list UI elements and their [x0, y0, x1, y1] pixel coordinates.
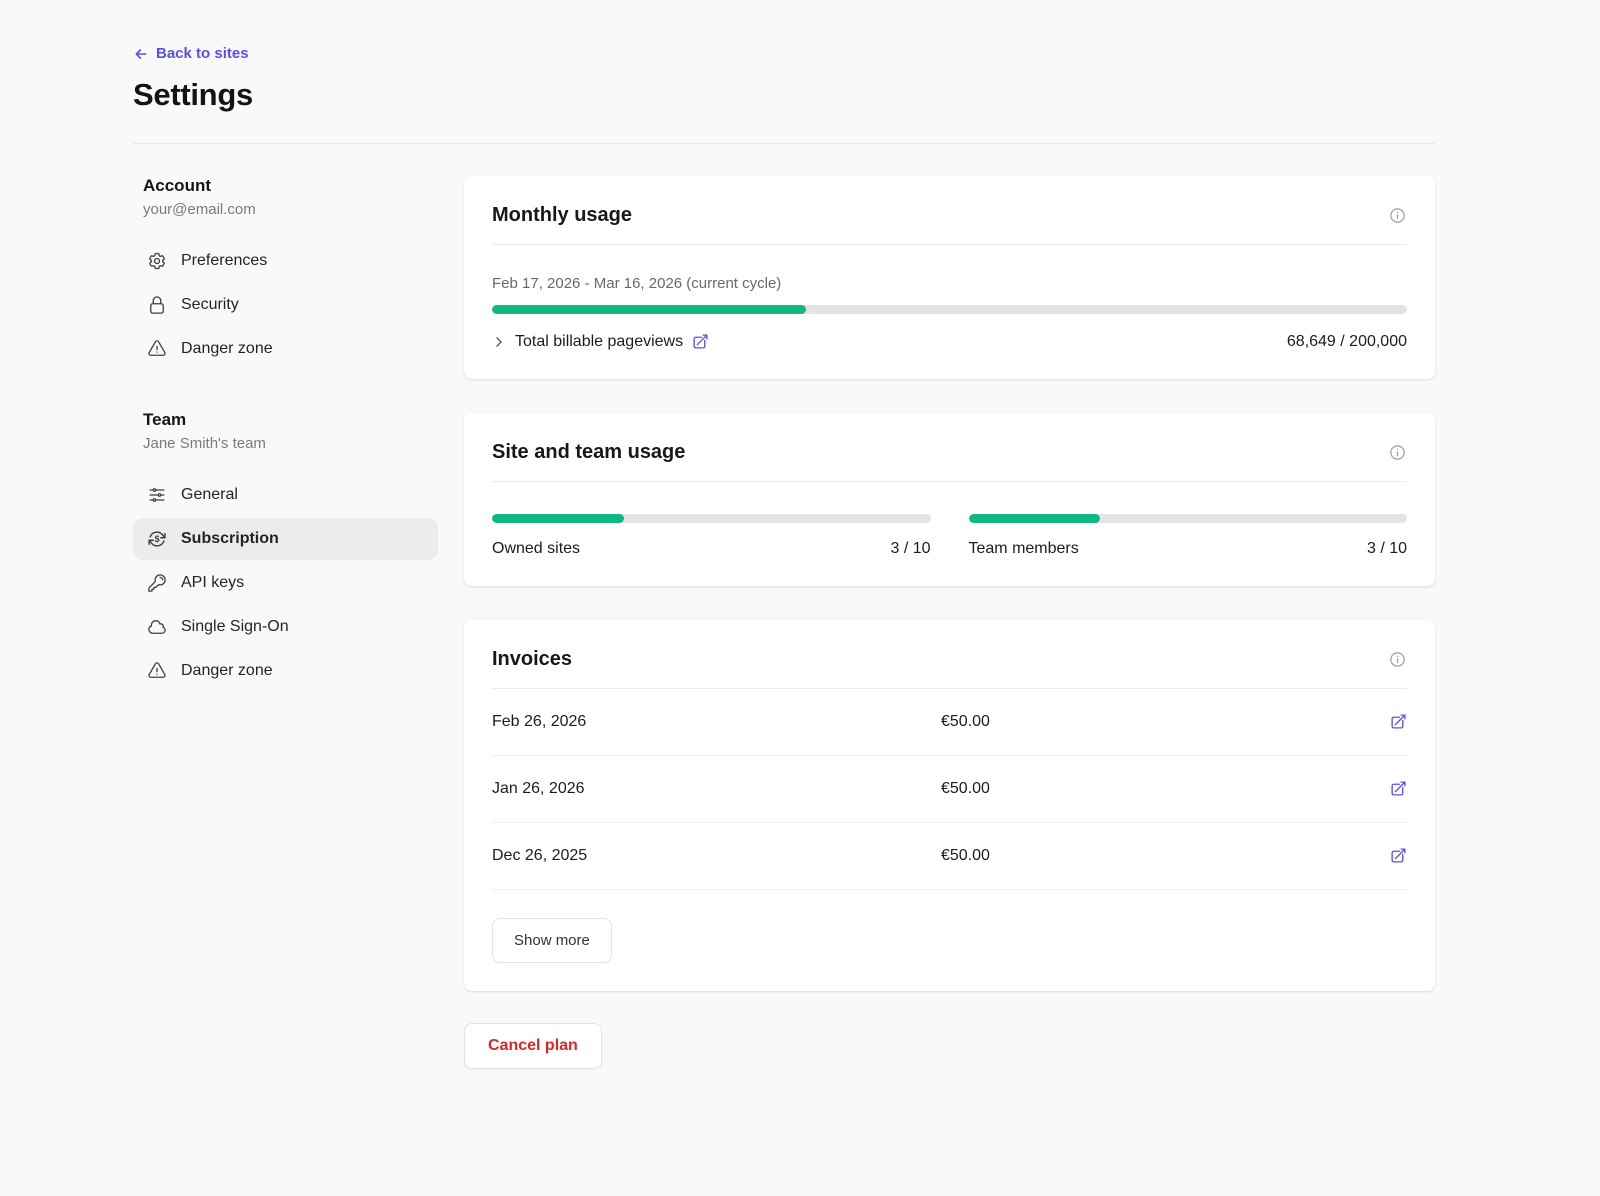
dollar-refresh-icon [147, 529, 167, 549]
team-members-value: 3 / 10 [1367, 540, 1407, 558]
invoice-amount: €50.00 [941, 847, 1390, 865]
pageviews-progress-fill [492, 305, 806, 314]
invoice-external-link-icon[interactable] [1390, 780, 1407, 797]
info-icon[interactable] [1388, 206, 1407, 225]
sidebar-item-team-danger-zone[interactable]: Danger zone [133, 650, 438, 692]
team-heading: Team [133, 410, 438, 430]
sidebar-item-subscription[interactable]: Subscription [133, 518, 438, 560]
account-email: your@email.com [133, 201, 438, 218]
chevron-right-icon [492, 335, 506, 349]
sidebar-item-api-keys[interactable]: API keys [133, 562, 438, 604]
sidebar-item-security[interactable]: Security [133, 284, 438, 326]
invoices-title: Invoices [492, 648, 572, 671]
lock-icon [147, 295, 167, 315]
gear-icon [147, 251, 167, 271]
sidebar-item-label: Security [181, 296, 239, 314]
invoices-card: Invoices Feb 26, 2026 €50.00 Jan 26, 202… [464, 620, 1435, 991]
account-heading: Account [133, 176, 438, 196]
sidebar-item-label: Danger zone [181, 340, 273, 358]
billable-pageviews-label: Total billable pageviews [515, 333, 683, 351]
owned-sites-progress-bar [492, 514, 931, 523]
invoice-row: Feb 26, 2026 €50.00 [492, 689, 1407, 756]
invoice-amount: €50.00 [941, 713, 1390, 731]
invoice-external-link-icon[interactable] [1390, 713, 1407, 730]
arrow-left-icon [133, 46, 149, 62]
page-title: Settings [133, 77, 1435, 113]
sidebar-item-label: Single Sign-On [181, 618, 289, 636]
info-icon[interactable] [1388, 443, 1407, 462]
invoice-row: Dec 26, 2025 €50.00 [492, 823, 1407, 890]
info-icon[interactable] [1388, 650, 1407, 669]
sidebar-item-preferences[interactable]: Preferences [133, 240, 438, 282]
owned-sites-label: Owned sites [492, 540, 580, 558]
settings-page: Back to sites Settings Account your@emai… [133, 0, 1435, 1149]
owned-sites-meter: Owned sites 3 / 10 [492, 514, 931, 558]
site-team-usage-title: Site and team usage [492, 441, 685, 464]
monthly-usage-title: Monthly usage [492, 204, 632, 227]
sidebar-item-general[interactable]: General [133, 474, 438, 516]
site-team-usage-card: Site and team usage Owned sites 3 / 10 [464, 413, 1435, 586]
warning-triangle-icon [147, 339, 167, 359]
sidebar-item-single-sign-on[interactable]: Single Sign-On [133, 606, 438, 648]
billing-cycle-label: Feb 17, 2026 - Mar 16, 2026 (current cyc… [492, 275, 1407, 292]
invoice-amount: €50.00 [941, 780, 1390, 798]
cloud-icon [147, 617, 167, 637]
team-nav: General Subscription API keys Single Sig… [133, 474, 438, 692]
settings-sidebar: Account your@email.com Preferences Secur… [133, 176, 438, 692]
pageviews-progress-bar [492, 305, 1407, 314]
sidebar-section-account: Account your@email.com Preferences Secur… [133, 176, 438, 370]
show-more-button[interactable]: Show more [492, 918, 612, 963]
team-members-progress-fill [969, 514, 1101, 523]
team-members-meter: Team members 3 / 10 [969, 514, 1408, 558]
sidebar-item-label: General [181, 486, 238, 504]
cancel-plan-button[interactable]: Cancel plan [464, 1023, 602, 1069]
invoice-external-link-icon[interactable] [1390, 847, 1407, 864]
sidebar-item-label: Subscription [181, 530, 279, 548]
invoice-date: Jan 26, 2026 [492, 780, 941, 798]
subscription-panel: Monthly usage Feb 17, 2026 - Mar 16, 202… [464, 176, 1435, 1069]
sidebar-item-label: Preferences [181, 252, 267, 270]
invoice-date: Dec 26, 2025 [492, 847, 941, 865]
sidebar-item-label: API keys [181, 574, 244, 592]
card-divider [492, 244, 1407, 245]
owned-sites-progress-fill [492, 514, 624, 523]
card-divider [492, 481, 1407, 482]
team-members-progress-bar [969, 514, 1408, 523]
account-nav: Preferences Security Danger zone [133, 240, 438, 370]
sidebar-section-team: Team Jane Smith's team General Subscript… [133, 410, 438, 692]
team-members-label: Team members [969, 540, 1079, 558]
back-to-sites-link[interactable]: Back to sites [133, 45, 249, 62]
warning-triangle-icon [147, 661, 167, 681]
invoice-date: Feb 26, 2026 [492, 713, 941, 731]
owned-sites-value: 3 / 10 [890, 540, 930, 558]
team-name: Jane Smith's team [133, 435, 438, 452]
header-divider [133, 143, 1435, 144]
back-link-label: Back to sites [156, 45, 249, 62]
pageviews-usage-value: 68,649 / 200,000 [1287, 333, 1407, 351]
monthly-usage-card: Monthly usage Feb 17, 2026 - Mar 16, 202… [464, 176, 1435, 379]
external-link-icon[interactable] [692, 333, 709, 350]
key-icon [147, 573, 167, 593]
billable-pageviews-row: Total billable pageviews 68,649 / 200,00… [492, 333, 1407, 351]
sidebar-item-label: Danger zone [181, 662, 273, 680]
billable-pageviews-toggle[interactable]: Total billable pageviews [492, 333, 709, 351]
sidebar-item-account-danger-zone[interactable]: Danger zone [133, 328, 438, 370]
invoice-row: Jan 26, 2026 €50.00 [492, 756, 1407, 823]
sliders-icon [147, 485, 167, 505]
